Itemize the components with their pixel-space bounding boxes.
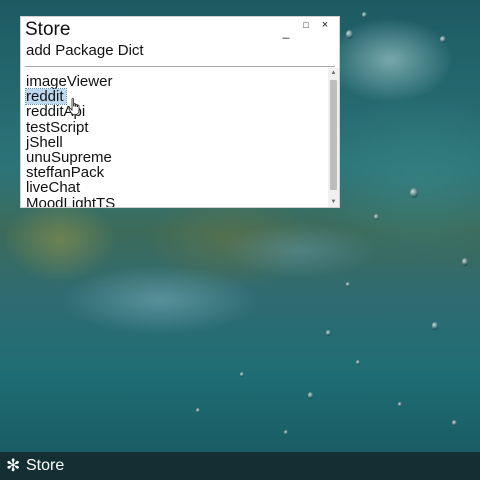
title-bar[interactable]: Store _ □ × — [21, 17, 339, 40]
rain-drop — [240, 372, 244, 377]
list-item-label: MoodLightTS — [26, 194, 116, 208]
desktop-background: Store _ □ × add Package Dict imageViewer… — [0, 0, 480, 480]
list-item-label: liveChat — [26, 179, 81, 197]
list-item-steffanpack[interactable]: steffanPack — [24, 165, 342, 180]
package-list[interactable]: imageViewer reddit redditApi testScript … — [24, 74, 342, 207]
maximize-button[interactable]: □ — [299, 18, 313, 32]
rain-drop — [308, 392, 313, 399]
rain-drop — [356, 360, 360, 365]
window-title: Store — [25, 19, 71, 40]
add-package-dict-label: add Package Dict — [26, 42, 144, 59]
list-item-label: imageViewer — [26, 74, 113, 90]
list-item-imageviewer[interactable]: imageViewer — [24, 74, 342, 89]
gear-icon: ✻ — [6, 456, 21, 475]
list-item-livechat[interactable]: liveChat — [24, 180, 342, 195]
scroll-down-arrow-icon[interactable]: ▼ — [328, 197, 339, 207]
rain-drop — [374, 214, 379, 220]
list-item-label: steffanPack — [26, 164, 105, 182]
rain-drop — [440, 36, 446, 43]
rain-drop — [452, 420, 457, 426]
list-item-label: unuSupreme — [26, 148, 112, 166]
list-item-moodlightts[interactable]: MoodLightTS — [24, 196, 342, 208]
rain-drop — [398, 402, 402, 407]
separator — [25, 66, 335, 67]
hand-cursor-icon — [68, 98, 80, 115]
list-item-jshell[interactable]: jShell — [24, 135, 342, 150]
list-item-label: reddit — [25, 88, 67, 106]
taskbar-item-store[interactable]: ✻ Store — [6, 455, 64, 477]
rain-drop — [362, 12, 367, 18]
rain-drop — [326, 330, 331, 336]
taskbar-item-label: Store — [26, 457, 65, 474]
rain-drop — [462, 258, 468, 266]
rain-drop — [196, 408, 200, 413]
close-button[interactable]: × — [318, 18, 332, 32]
scroll-thumb[interactable] — [330, 80, 337, 190]
list-item-label: testScript — [26, 118, 89, 136]
rain-drop — [346, 30, 353, 39]
minimize-button[interactable]: _ — [279, 25, 293, 39]
list-item-testscript[interactable]: testScript — [24, 120, 342, 135]
rain-drop — [410, 188, 418, 198]
list-item-label: jShell — [26, 133, 63, 151]
rain-drop — [284, 430, 288, 435]
list-item-unusupreme[interactable]: unuSupreme — [24, 150, 342, 165]
list-scrollbar[interactable]: ▲ ▼ — [328, 68, 339, 207]
rain-drop — [432, 322, 438, 330]
taskbar: ✻ Store — [0, 452, 480, 480]
rain-drop — [346, 282, 350, 287]
scroll-up-arrow-icon[interactable]: ▲ — [328, 68, 339, 78]
